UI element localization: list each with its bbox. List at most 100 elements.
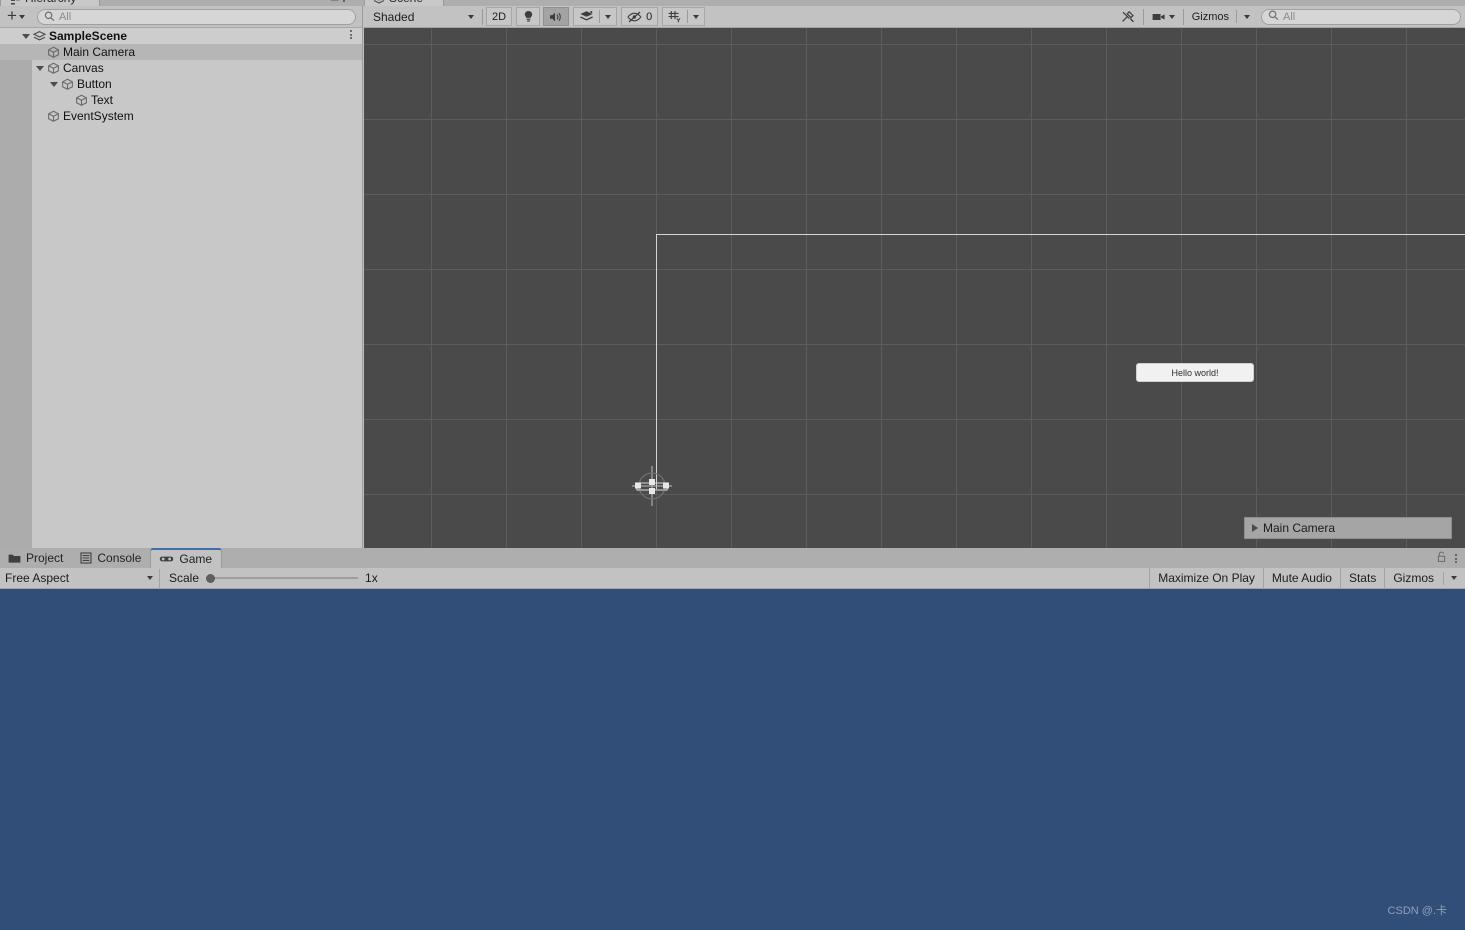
scene-icon [32,30,47,43]
grid-line-vertical [1331,28,1332,548]
hierarchy-icon [9,0,21,5]
scene-camera-settings-button[interactable] [1147,7,1180,26]
draw-mode-label: Shaded [373,9,415,24]
grid-line-vertical [431,28,432,548]
lock-icon[interactable] [1437,551,1446,566]
bottom-dock-panel: Project Console Game Free Aspect Scale 1x [0,548,1465,930]
dock-tab-label: Console [97,551,142,565]
tools-icon [1121,10,1135,24]
scene-search-input[interactable]: All [1261,8,1461,25]
plus-icon: + [7,5,17,25]
grid-line-vertical [881,28,882,548]
camera-preview-overlay[interactable]: Main Camera [1244,517,1452,539]
grid-line-vertical [806,28,807,548]
mute-audio-label: Mute Audio [1271,571,1332,585]
effects-icon[interactable] [574,8,599,25]
lightbulb-icon [523,10,534,23]
game-gizmos-label: Gizmos [1393,571,1434,585]
chevron-down-icon [1168,14,1175,19]
add-gameobject-button[interactable]: + [5,5,27,25]
scale-control: Scale 1x [160,571,378,585]
gamepad-icon [159,554,174,564]
scene-view-panel: Shaded 2D 0 Gizmos All Hello world! Main… [364,6,1465,548]
effects-dropdown[interactable] [600,8,616,25]
toggle-lighting-button[interactable] [516,7,541,26]
hierarchy-row-canvas[interactable]: Canvas [0,60,362,76]
dock-tab-project[interactable]: Project [0,548,72,568]
game-gizmos-button[interactable]: Gizmos [1384,567,1465,589]
folder-icon [8,553,21,564]
gameobject-icon [47,110,60,123]
scale-slider-knob[interactable] [206,573,216,583]
scene-toolbar: Shaded 2D 0 Gizmos All [364,6,1465,28]
console-icon [80,552,92,564]
chevron-down-icon [147,576,153,580]
dock-tab-console[interactable]: Console [72,548,150,568]
grid-line-vertical [1181,28,1182,548]
canvas-rect-left-edge [656,234,657,489]
two-d-label: 2D [492,10,507,23]
hierarchy-row-button[interactable]: Button [0,76,362,92]
grid-line-vertical [1256,28,1257,548]
grid-snap-dropdown[interactable] [688,8,704,25]
rect-transform-gizmo[interactable] [612,466,692,506]
hierarchy-row-label: Canvas [63,61,104,75]
game-viewport[interactable]: Hello world! CSDN @.卡 [0,589,1465,930]
stats-label: Stats [1348,571,1377,585]
tab-scene-label: Scene [389,0,423,5]
dock-tab-label: Game [179,552,213,566]
aspect-ratio-dropdown[interactable]: Free Aspect [0,568,160,588]
hierarchy-row-main-camera[interactable]: Main Camera [0,44,362,60]
stats-button[interactable]: Stats [1339,567,1384,589]
kebab-menu-icon[interactable] [343,0,345,2]
scene-effects-group[interactable] [573,7,618,26]
grid-snap-icon[interactable] [663,8,687,25]
kebab-menu-icon[interactable] [1455,554,1457,563]
hierarchy-row-eventsystem[interactable]: EventSystem [0,108,362,124]
grid-line-vertical [1406,28,1407,548]
gameobject-icon [47,62,60,75]
hierarchy-row-samplescene[interactable]: SampleScene [0,28,362,44]
mute-audio-button[interactable]: Mute Audio [1262,567,1340,589]
disclosure-triangle-icon[interactable] [22,33,30,39]
hierarchy-search-input[interactable]: All [36,8,356,25]
chevron-down-icon [1451,576,1457,580]
dock-tab-label: Project [26,551,64,565]
scene-button-label: Hello world! [1171,367,1219,378]
chevron-down-icon [1244,14,1250,19]
maximize-on-play-label: Maximize On Play [1158,571,1255,585]
grid-line-vertical [581,28,582,548]
lock-icon[interactable] [330,0,339,4]
toggle-audio-button[interactable] [543,7,570,26]
scene-view-icon [373,0,385,5]
scene-tools-button[interactable] [1116,7,1140,26]
chevron-down-icon [468,14,474,19]
hierarchy-header-icons [330,0,345,4]
scene-viewport[interactable]: Hello world! Main Camera [364,28,1465,548]
hierarchy-row-label: SampleScene [49,29,128,43]
audio-icon [549,11,563,23]
disclosure-triangle-icon[interactable] [36,65,44,71]
hierarchy-row-label: Main Camera [63,45,136,59]
disclosure-triangle-icon[interactable] [50,81,58,87]
search-icon [44,11,55,22]
draw-mode-dropdown[interactable]: Shaded [366,7,479,26]
gameobject-icon [61,78,74,91]
toggle-2d-button[interactable]: 2D [486,7,513,26]
dock-tab-game[interactable]: Game [150,548,223,568]
hidden-objects-count: 0 [646,10,653,23]
scene-gizmos-button[interactable]: Gizmos [1187,7,1255,26]
gizmos-label: Gizmos [1191,10,1229,23]
grid-line-vertical [1031,28,1032,548]
scale-slider[interactable] [206,573,359,583]
grid-line-vertical [956,28,957,548]
scene-button-preview[interactable]: Hello world! [1136,363,1254,382]
maximize-on-play-button[interactable]: Maximize On Play [1149,567,1263,589]
kebab-menu-icon[interactable] [350,30,352,39]
grid-snap-group[interactable] [662,7,706,26]
hierarchy-search-placeholder: All [58,10,72,23]
grid-line-horizontal [364,119,1465,120]
hierarchy-row-text[interactable]: Text [0,92,362,108]
hidden-objects-button[interactable]: 0 [621,7,659,26]
search-icon [1268,10,1279,24]
